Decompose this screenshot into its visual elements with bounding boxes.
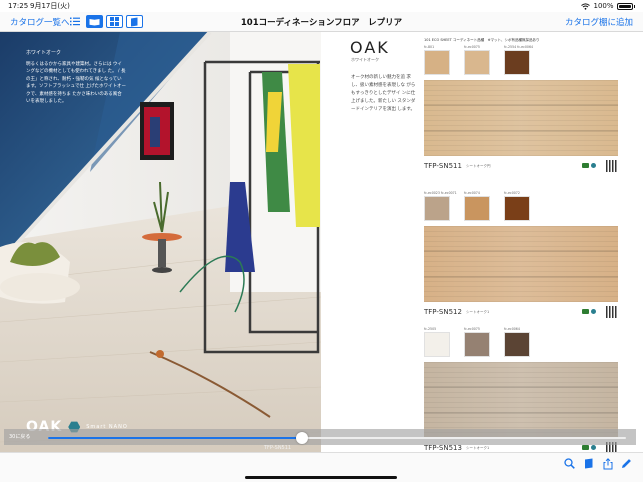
swatch-item: fc-ec0023 fc-ec0071 [424, 191, 457, 221]
single-page-view-button[interactable] [86, 15, 103, 28]
bottom-toolbar [0, 452, 643, 482]
series-label: 101 ECO SHEET コーディネート品種 ※マット、シボ有品種無採品あり [424, 38, 540, 42]
bookmark-icon [584, 458, 592, 469]
swatch-item: fc-ec0064 [504, 327, 530, 357]
catalog-list-back-button[interactable]: カタログ一覧へ [10, 16, 70, 28]
page-slider-track[interactable] [48, 431, 626, 444]
page-slider-bar: 30に戻る [4, 429, 636, 445]
battery-cap [633, 4, 635, 8]
bottom-toolbar-icons [563, 457, 633, 470]
swatch-item: fc-ec0075 [464, 45, 490, 75]
swatch-item: fc-2554 fc-ec0064 [504, 45, 533, 75]
color-swatch [504, 50, 530, 75]
color-swatch [424, 50, 450, 75]
product-note: シートオーク1 [466, 310, 490, 314]
product-block: fc-ec0023 fc-ec0071 fc-ec0074 fc-ec0072 … [424, 184, 618, 320]
series-label [424, 184, 618, 190]
color-swatch [424, 196, 450, 221]
badges [582, 309, 596, 314]
search-icon [564, 458, 575, 469]
wood-plank-sample [424, 226, 618, 302]
color-swatch [464, 50, 490, 75]
swatch-row: fc-801 fc-ec0075 fc-2554 fc-ec0064 [424, 45, 618, 75]
swatch-item: fc-801 [424, 45, 450, 75]
color-swatch [504, 332, 530, 357]
eco-badge-icon [582, 163, 589, 168]
status-time: 17:25 [8, 2, 29, 10]
bookmark-icon [131, 17, 138, 26]
view-mode-tools [66, 15, 143, 28]
catalog-description: オーク材の新しい魅力を追 求し、扱い素材感を表現しな がらもすっきりとしたデザイ… [351, 75, 416, 112]
search-button[interactable] [563, 457, 576, 470]
pen-icon [622, 459, 631, 468]
qr-code-icon[interactable] [606, 160, 618, 172]
badges [582, 445, 596, 450]
photo-intro-body: 明るくはるかから家具や建築材。さらには ウイングなどの機材としても使われてきまし… [26, 61, 126, 105]
status-right: 100% [581, 0, 635, 12]
grid-view-button[interactable] [106, 15, 123, 28]
status-bar: 17:25 9月17日(火) 100% [0, 0, 643, 12]
catalog-title: OAK [350, 38, 390, 57]
badges [582, 163, 596, 168]
bookmark-view-button[interactable] [126, 15, 143, 28]
nav-bar: カタログ一覧へ 101コーディネーションフロア レプリア カタログ棚に追加 [0, 12, 643, 32]
wood-plank-sample [424, 362, 618, 438]
page-slider-fill [48, 437, 303, 439]
list-view-button[interactable] [66, 15, 83, 28]
bookmark-button[interactable] [582, 457, 595, 470]
product-line: TFP-SN512 シートオーク1 [424, 306, 618, 320]
swatch-item: fc-ec0075 [464, 327, 490, 357]
color-swatch [504, 196, 530, 221]
color-swatch [424, 332, 450, 357]
product-sku: TFP-SN512 [424, 308, 462, 316]
product-line: TFP-SN511 シートオーク円 [424, 160, 618, 174]
page-slider-thumb[interactable] [296, 431, 309, 444]
add-to-shelf-button[interactable]: カタログ棚に追加 [565, 16, 633, 28]
product-block: 101 ECO SHEET コーディネート品種 ※マット、シボ有品種無採品あり … [424, 38, 618, 174]
swatch-item: fc-ec0074 [464, 191, 490, 221]
swatch-item: fc-2505 [424, 327, 450, 357]
share-button[interactable] [601, 457, 614, 470]
color-swatch [464, 196, 490, 221]
sheet-badge-icon [591, 163, 596, 168]
catalog-spec-page[interactable]: OAK ホワイトオーク オーク材の新しい魅力を追 求し、扱い素材感を表現しな が… [321, 32, 643, 454]
wood-plank-sample [424, 80, 618, 156]
swatch-row: fc-ec0023 fc-ec0071 fc-ec0074 fc-ec0072 [424, 191, 618, 221]
battery-icon [616, 2, 633, 10]
qr-code-icon[interactable] [606, 306, 618, 318]
eco-badge-icon [582, 309, 589, 314]
product-sku: TFP-SN513 [424, 444, 462, 452]
product-note: シートオーク1 [466, 446, 490, 450]
color-swatch [464, 332, 490, 357]
home-indicator [245, 476, 397, 479]
current-page-label: TFP-SN511 [264, 445, 292, 451]
list-view-icon [69, 17, 80, 26]
product-sku: TFP-SN511 [424, 162, 462, 170]
grid-view-icon [110, 17, 119, 26]
series-label [424, 320, 618, 326]
sheet-badge-icon [591, 445, 596, 450]
battery-percent: 100% [593, 2, 614, 10]
pen-button[interactable] [620, 457, 633, 470]
interior-photo-page[interactable]: ホワイトオーク 明るくはるかから家具や建築材。さらには ウイングなどの機材として… [0, 32, 321, 452]
wifi-icon [581, 2, 591, 10]
slider-return-label[interactable]: 30に戻る [9, 433, 30, 440]
status-date: 9月17日(火) [30, 2, 70, 10]
photo-intro-heading: ホワイトオーク [26, 50, 62, 56]
share-icon [603, 457, 612, 469]
sheet-badge-icon [591, 309, 596, 314]
swatch-row: fc-2505 fc-ec0075 fc-ec0064 [424, 327, 618, 357]
product-note: シートオーク円 [466, 164, 491, 168]
swatch-item: fc-ec0072 [504, 191, 530, 221]
eco-badge-icon [582, 445, 589, 450]
single-page-icon [89, 18, 100, 25]
catalog-subtitle: ホワイトオーク [351, 57, 379, 62]
photo-intro-text: ホワイトオーク 明るくはるかから家具や建築材。さらには ウイングなどの機材として… [26, 50, 126, 106]
